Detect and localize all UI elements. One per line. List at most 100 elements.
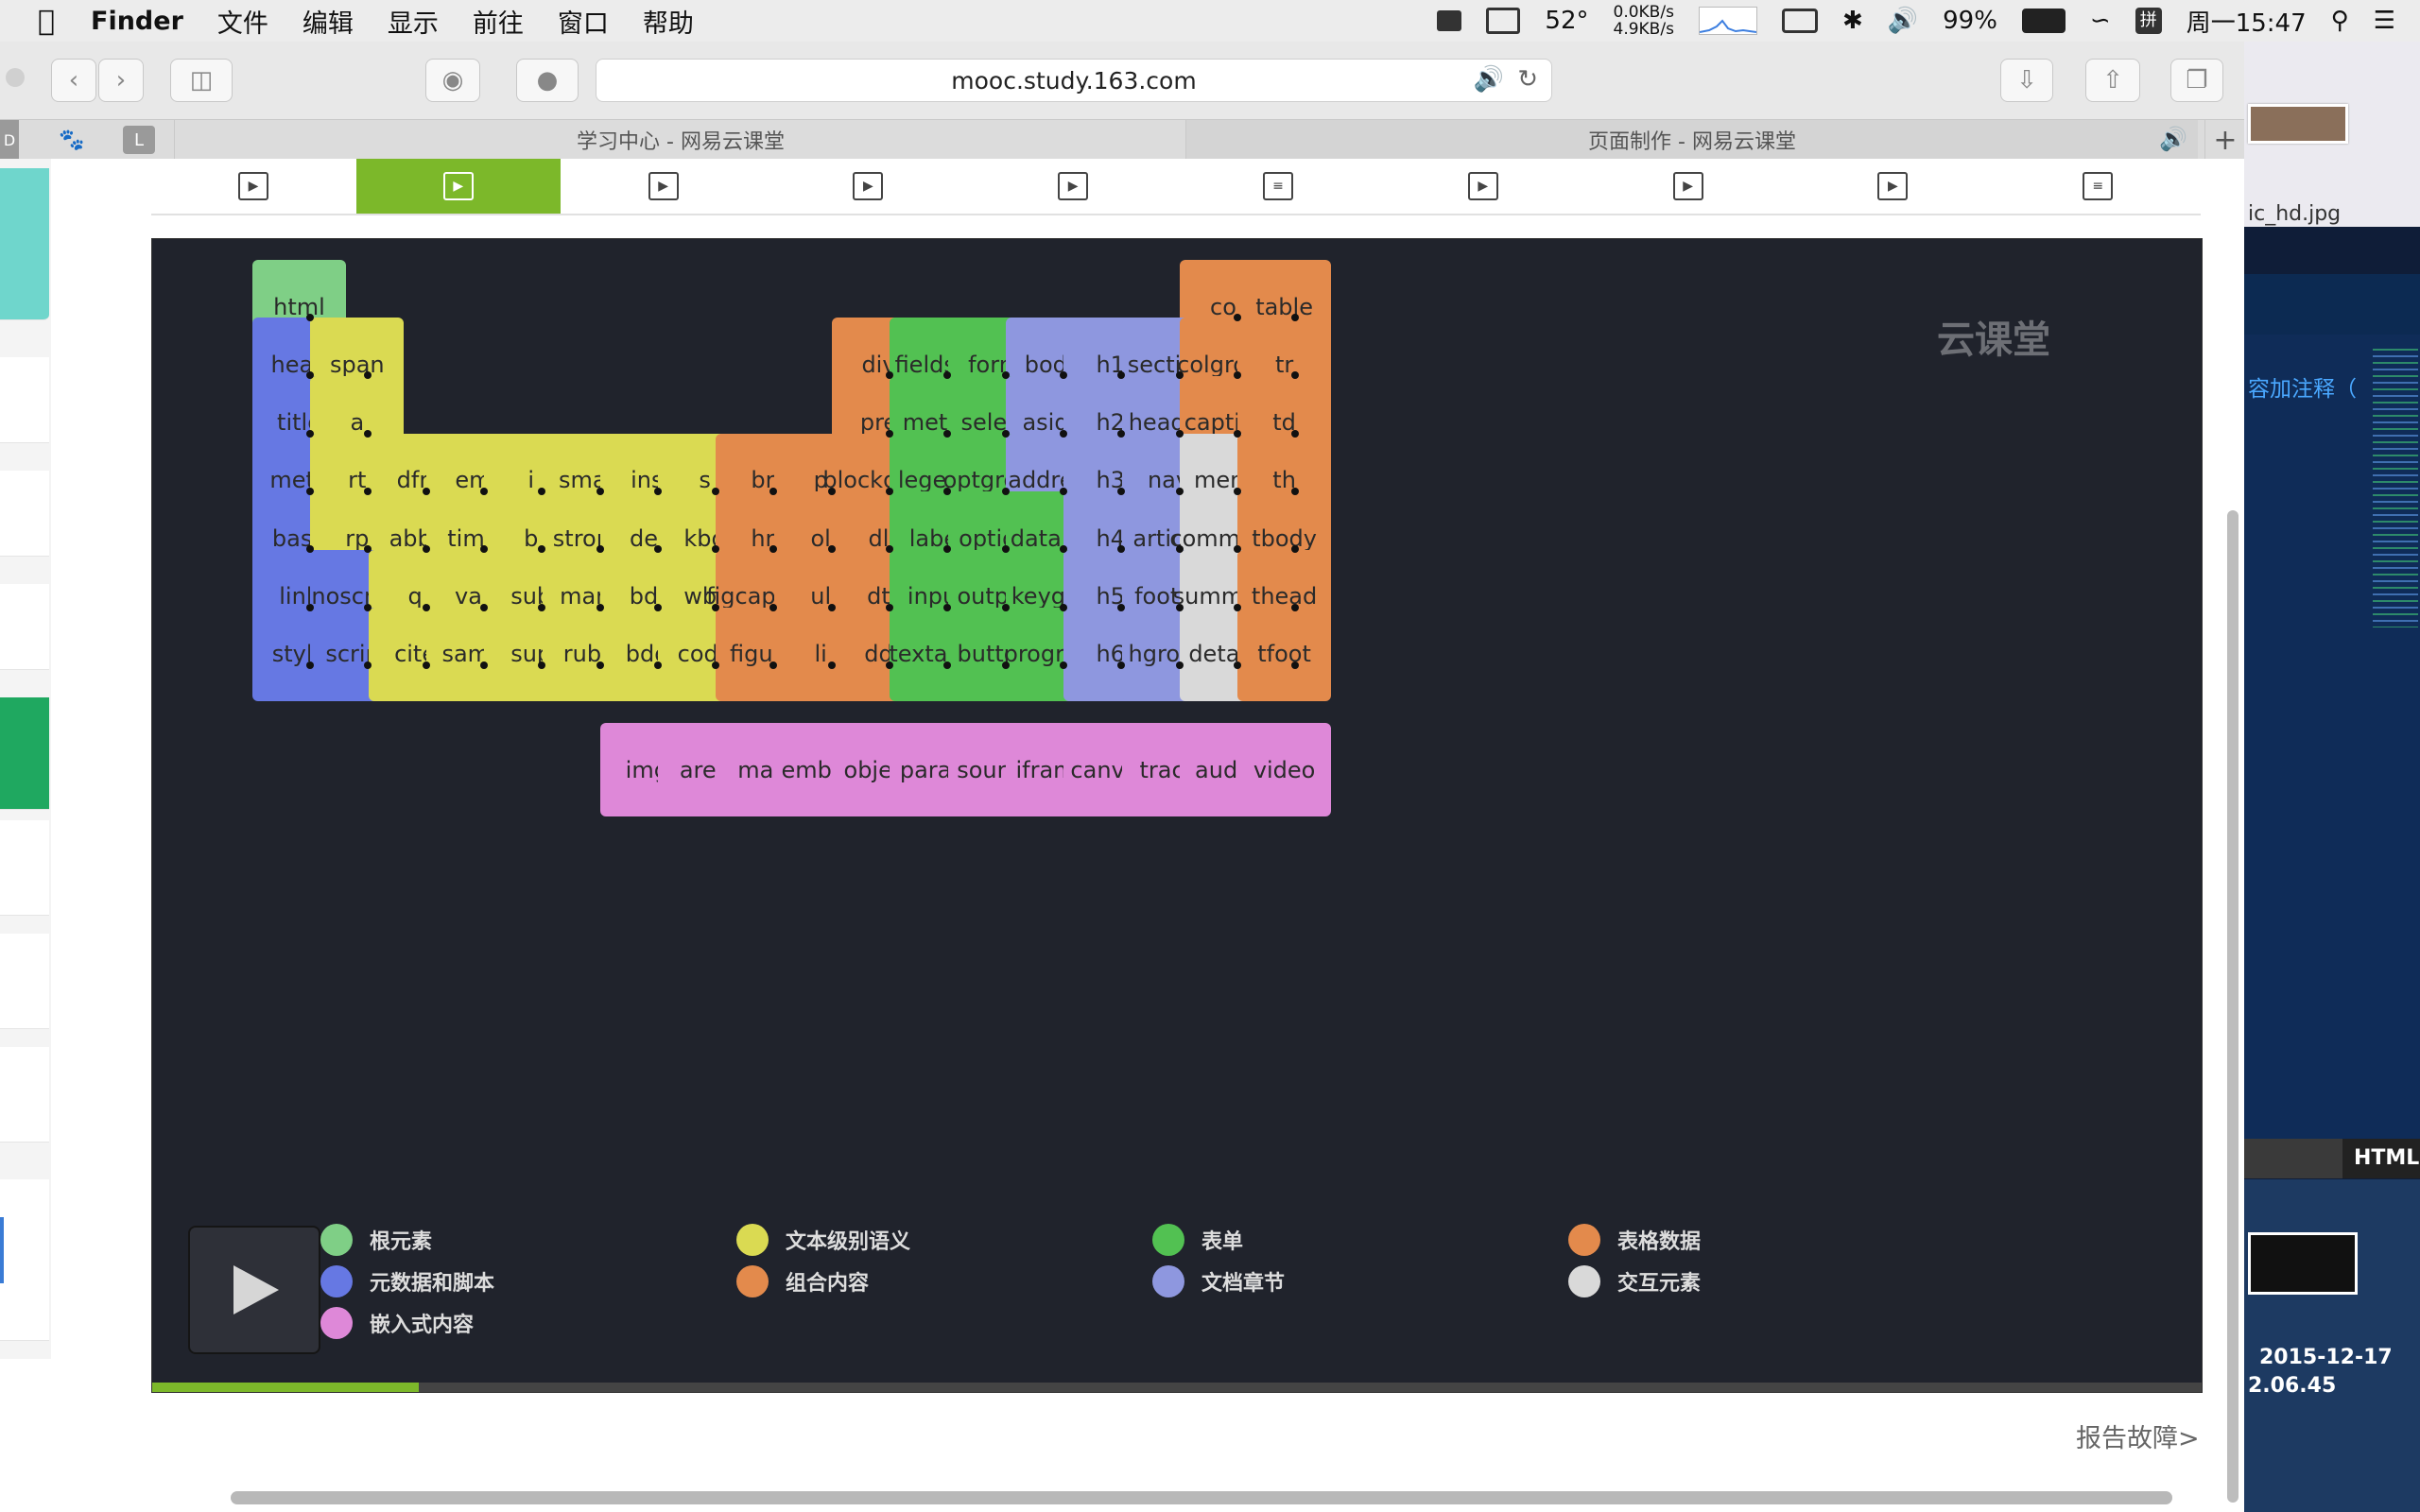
video-lesson-icon: ▶ [1672, 172, 1703, 200]
pinned-tab-l[interactable]: L [123, 126, 155, 154]
grid-dot [886, 603, 893, 611]
paw-pinned-tab-icon[interactable]: 🐾 [51, 120, 93, 160]
sidebar-item[interactable] [0, 1179, 49, 1341]
lesson-tab[interactable]: ▶ [1586, 159, 1790, 214]
lesson-tab[interactable]: ▶ [766, 159, 970, 214]
spotlight-icon[interactable]: ⚲ [2331, 7, 2349, 35]
notification-center-icon[interactable]: ☰ [2374, 7, 2395, 35]
back-button[interactable]: ‹ [51, 59, 96, 102]
sidebar-item[interactable] [0, 1047, 49, 1143]
vertical-scrollbar[interactable] [2227, 510, 2238, 1503]
sidebar-item[interactable] [0, 934, 49, 1029]
video-progress-bar[interactable] [152, 1383, 2202, 1392]
legend-label: 元数据和脚本 [370, 1272, 495, 1296]
lesson-tab[interactable]: ≡ [1996, 159, 2200, 214]
grid-dot [1175, 371, 1184, 380]
grid-dot [306, 603, 314, 611]
grid-dot [1233, 661, 1241, 669]
screenshot-thumbnail[interactable] [2248, 1232, 2358, 1295]
window-control[interactable] [6, 68, 25, 87]
play-button[interactable] [188, 1226, 320, 1354]
grid-dot [943, 429, 952, 438]
bluetooth-icon[interactable]: ✱ [1842, 7, 1863, 35]
address-bar[interactable]: mooc.study.163.com 🔊 ↻ [596, 59, 1552, 102]
reload-icon[interactable]: ↻ [1517, 65, 1538, 94]
menu-go[interactable]: 前往 [473, 3, 524, 40]
input-method-icon[interactable]: 拼 [2135, 8, 2162, 34]
report-issue-link[interactable]: 报告故障> [2076, 1418, 2200, 1454]
sidebar-item-active[interactable] [0, 697, 49, 810]
clock[interactable]: 周一15:47 [2187, 4, 2307, 39]
lesson-tab[interactable]: ▶ [1790, 159, 1995, 214]
pinned-tab[interactable]: D [0, 120, 19, 160]
grid-dot [1001, 429, 1010, 438]
video-lesson-icon: ▶ [648, 172, 679, 200]
legend-label: 文本级别语义 [786, 1230, 911, 1254]
document-lesson-icon: ≡ [2083, 172, 2114, 200]
lesson-tab[interactable]: ▶ [562, 159, 766, 214]
new-tab-button[interactable]: + [2204, 120, 2245, 160]
sidebar-button[interactable]: ◫ [170, 59, 233, 102]
sidebar-item[interactable] [0, 820, 49, 916]
grid-dot [1291, 603, 1300, 611]
lesson-tab[interactable]: ▶ [151, 159, 355, 214]
downloads-button[interactable]: ⇩ [2000, 59, 2053, 102]
grid-dot [1059, 661, 1067, 669]
display-icon[interactable] [1486, 8, 1521, 34]
screenshot-date[interactable]: 2015-12-17 [2259, 1346, 2393, 1369]
lesson-tab[interactable]: ▶ [355, 159, 561, 214]
volume-icon[interactable]: 🔊 [1888, 7, 1918, 35]
menu-help[interactable]: 帮助 [643, 3, 694, 40]
grid-dot [422, 603, 430, 611]
legend-item: 组合内容 [736, 1265, 869, 1297]
forward-button[interactable]: › [98, 59, 144, 102]
audio-playing-icon[interactable]: 🔊 [1474, 65, 1504, 94]
html-label[interactable]: HTML [2354, 1146, 2419, 1170]
tab-page-making[interactable]: 页面制作 - 网易云课堂 [1185, 120, 2198, 160]
editor-note-text: 容加注释（ [2248, 377, 2357, 402]
app-name[interactable]: Finder [91, 7, 183, 36]
tab-study-center[interactable]: 学习中心 - 网易云课堂 [174, 120, 1186, 160]
share-button[interactable]: ⇧ [2085, 59, 2140, 102]
lesson-tab[interactable]: ≡ [1176, 159, 1380, 214]
editor-tab[interactable] [2244, 1139, 2342, 1178]
battery-icon[interactable] [2021, 9, 2066, 33]
desktop-file-label[interactable]: ic_hd.jpg [2248, 202, 2341, 226]
document-lesson-icon: ≡ [1263, 172, 1293, 200]
grid-dot [1059, 603, 1067, 611]
legend-swatch [1152, 1265, 1184, 1297]
tabs-overview-button[interactable]: ❐ [2170, 59, 2223, 102]
legend-label: 表单 [1201, 1230, 1244, 1254]
legend-swatch [320, 1265, 353, 1297]
inbox-icon[interactable] [1437, 10, 1462, 31]
grid-dot [653, 603, 662, 611]
lesson-tab[interactable]: ▶ [971, 159, 1175, 214]
sidebar-item[interactable] [0, 357, 49, 443]
horizontal-scrollbar[interactable] [231, 1491, 2172, 1504]
grid-dot [1001, 603, 1010, 611]
grid-dot [1001, 545, 1010, 554]
wifi-icon[interactable]: ∽ [2090, 7, 2111, 35]
image-thumbnail[interactable] [2248, 104, 2348, 144]
grid-dot [596, 603, 604, 611]
menu-window[interactable]: 窗口 [558, 3, 609, 40]
password-extension-icon[interactable]: ◉ [425, 59, 480, 102]
legend-label: 表格数据 [1617, 1230, 1702, 1254]
html-tab-bar: HTML [2244, 1139, 2420, 1178]
tab-audio-icon[interactable]: 🔊 [2159, 126, 2187, 152]
menu-file[interactable]: 文件 [217, 3, 268, 40]
menu-view[interactable]: 显示 [388, 3, 439, 40]
sidebar-teal-block[interactable] [0, 168, 49, 320]
menu-edit[interactable]: 编辑 [302, 3, 354, 40]
github-extension-icon[interactable]: ● [516, 59, 579, 102]
lesson-tab[interactable]: ▶ [1381, 159, 1585, 214]
sidebar-item[interactable] [0, 471, 49, 557]
apple-icon[interactable]:  [38, 5, 55, 38]
screenshot-time[interactable]: 2.06.45 [2248, 1374, 2336, 1398]
grid-dot [1001, 487, 1010, 495]
grid-dot [653, 661, 662, 669]
legend-swatch [736, 1265, 769, 1297]
sidebar-item[interactable] [0, 584, 49, 670]
legend-swatch [1568, 1224, 1600, 1256]
video-player[interactable]: html col table head span div fieldset form body h… [151, 238, 2203, 1393]
